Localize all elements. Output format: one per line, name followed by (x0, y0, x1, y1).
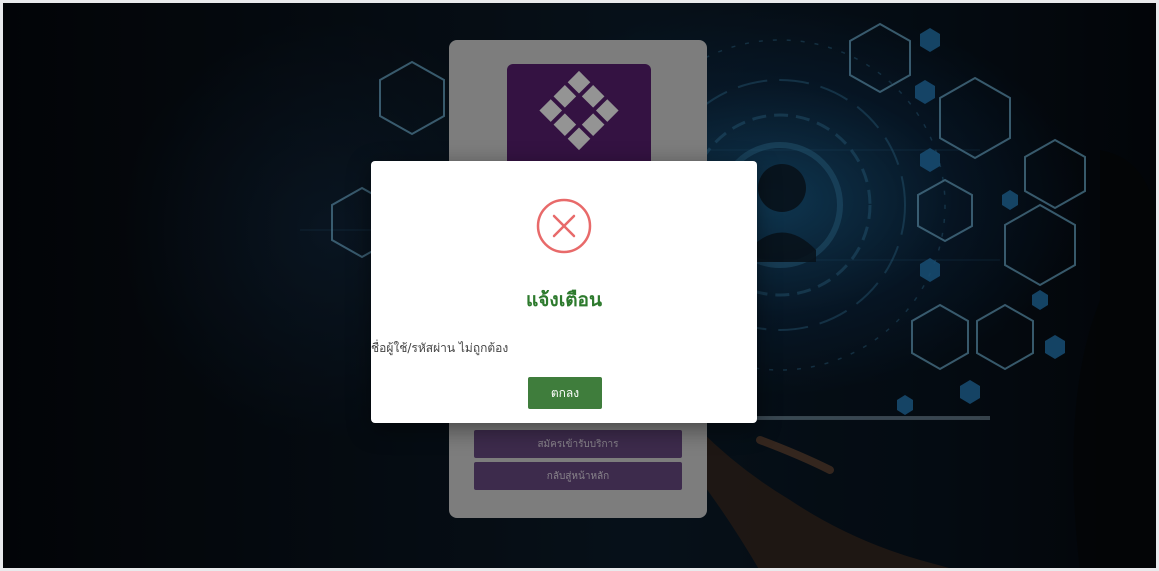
ok-button[interactable]: ตกลง (528, 377, 602, 409)
screen: สมัครเข้ารับบริการ กลับสู่หน้าหลัก แจ้งเ… (0, 0, 1159, 571)
x-circle-icon (536, 198, 592, 254)
dialog-message: ชื่อผู้ใช้/รหัสผ่าน ไม่ถูกต้อง (371, 341, 509, 355)
alert-dialog: แจ้งเตือน ชื่อผู้ใช้/รหัสผ่าน ไม่ถูกต้อง… (371, 161, 757, 423)
dialog-title: แจ้งเตือน (526, 289, 602, 311)
